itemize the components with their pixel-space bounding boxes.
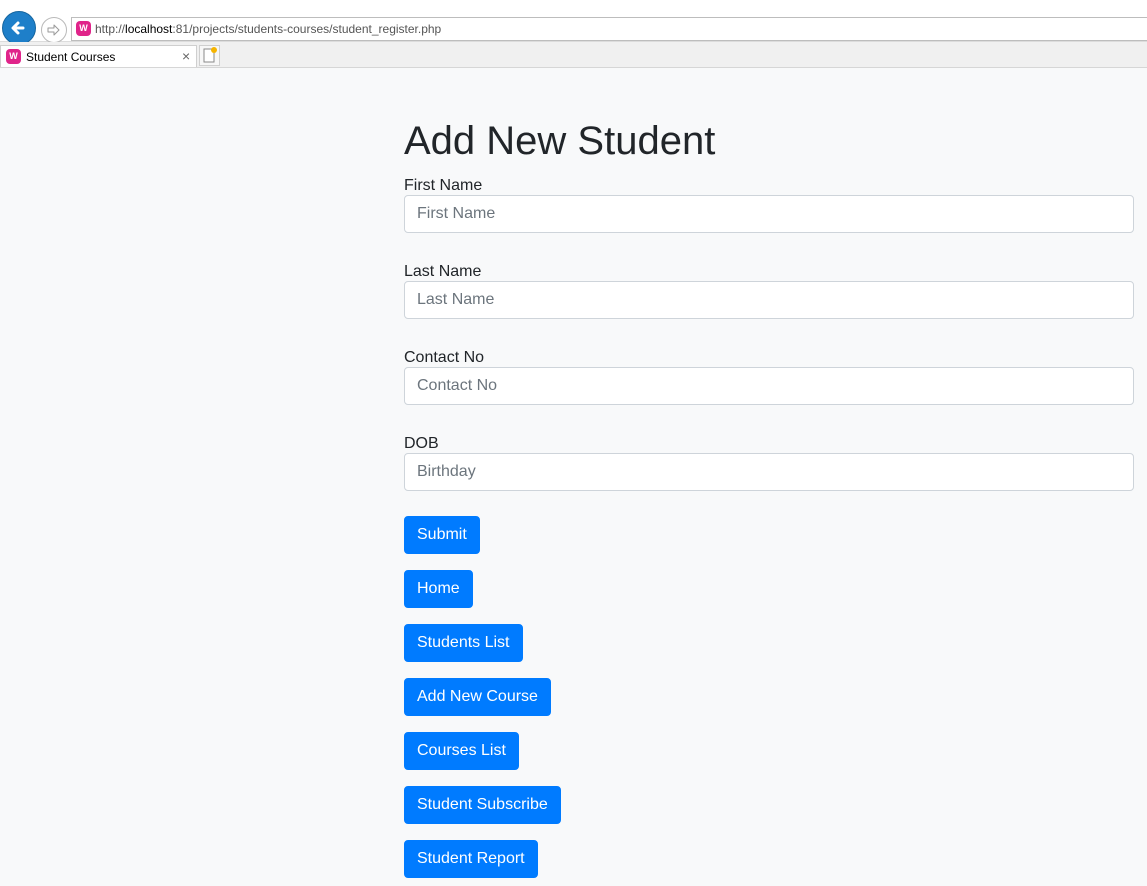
submit-button[interactable]: Submit <box>404 516 480 554</box>
add-new-course-button[interactable]: Add New Course <box>404 678 551 716</box>
home-button[interactable]: Home <box>404 570 473 608</box>
new-tab-icon <box>203 47 217 63</box>
url-text: http://localhost:81/projects/students-co… <box>95 22 442 36</box>
students-list-button[interactable]: Students List <box>404 624 523 662</box>
dob-input[interactable] <box>404 453 1134 491</box>
page-title: Add New Student <box>404 119 716 163</box>
last-name-group: Last Name <box>404 262 1134 319</box>
last-name-label: Last Name <box>404 263 482 280</box>
tab-strip: W Student Courses × <box>0 42 1147 68</box>
browser-toolbar: W http://localhost:81/projects/students-… <box>0 0 1147 45</box>
student-report-button[interactable]: Student Report <box>404 840 538 878</box>
contact-no-label: Contact No <box>404 349 485 366</box>
forward-arrow-icon <box>47 24 60 36</box>
first-name-input[interactable] <box>404 195 1134 233</box>
dob-group: DOB <box>404 434 1134 491</box>
first-name-label: First Name <box>404 177 483 194</box>
new-tab-button[interactable] <box>199 45 220 66</box>
forward-button[interactable] <box>41 17 67 43</box>
tab-favicon-icon: W <box>6 49 21 64</box>
tab-student-courses[interactable]: W Student Courses × <box>0 45 197 67</box>
dob-label: DOB <box>404 435 439 452</box>
first-name-group: First Name <box>404 176 1134 233</box>
contact-no-group: Contact No <box>404 348 1134 405</box>
student-subscribe-button[interactable]: Student Subscribe <box>404 786 561 824</box>
tab-close-icon[interactable]: × <box>182 48 190 64</box>
address-bar[interactable]: W http://localhost:81/projects/students-… <box>71 17 1147 41</box>
back-arrow-icon <box>11 21 25 35</box>
tab-title: Student Courses <box>26 50 116 64</box>
site-favicon-icon: W <box>76 21 91 36</box>
back-button[interactable] <box>2 11 36 45</box>
contact-no-input[interactable] <box>404 367 1134 405</box>
last-name-input[interactable] <box>404 281 1134 319</box>
courses-list-button[interactable]: Courses List <box>404 732 519 770</box>
